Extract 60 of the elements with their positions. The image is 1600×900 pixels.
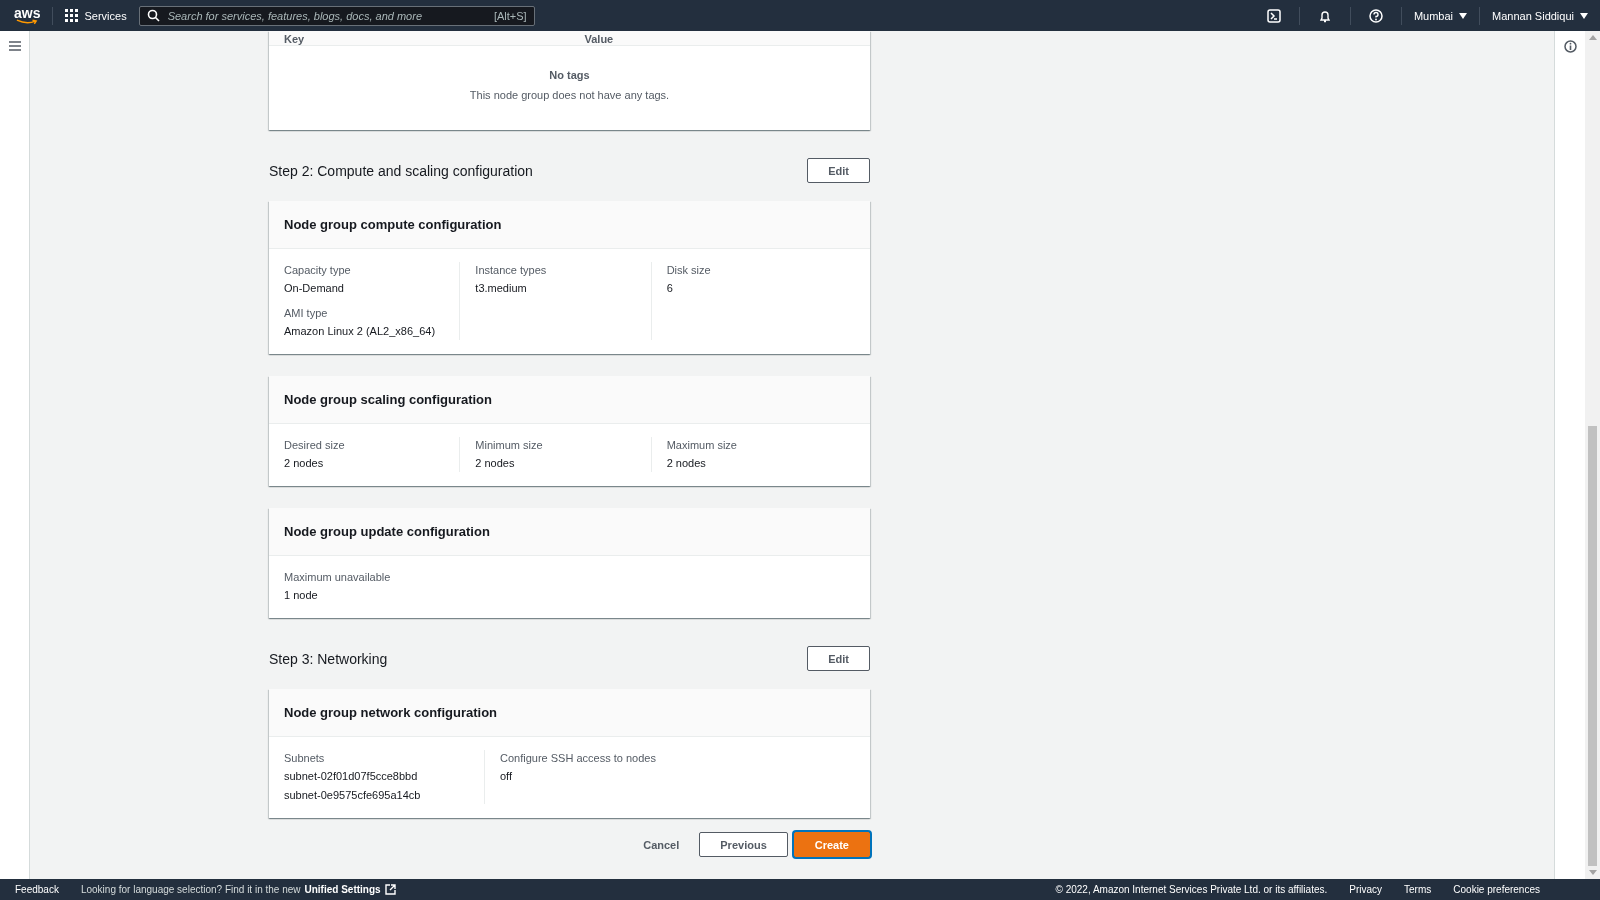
field-label: Instance types <box>475 263 548 278</box>
search-bar[interactable]: Search for services, features, blogs, docs, and more [Alt+S] <box>138 5 535 26</box>
field-value: off <box>500 769 514 784</box>
step-heading: Step 3: Networking <box>269 650 388 667</box>
services-menu-button[interactable]: Services <box>65 9 127 22</box>
field-value: 1 node <box>284 588 319 603</box>
empty-state-title: No tags <box>549 69 590 81</box>
card-title: Node group network configuration <box>284 705 499 720</box>
field-label: Minimum size <box>475 438 544 453</box>
feedback-link[interactable]: Feedback <box>15 884 59 895</box>
footer-link[interactable]: Privacy <box>1349 884 1383 895</box>
aws-logo[interactable]: aws <box>14 6 41 25</box>
field-label: Desired size <box>284 438 346 453</box>
field-value: t3.medium <box>475 281 528 296</box>
smile-arrow-icon <box>16 18 39 25</box>
card-title: Node group update configuration <box>284 524 491 539</box>
card-title: Node group scaling configuration <box>284 392 493 407</box>
field-value: 2 nodes <box>475 456 516 471</box>
edit-button[interactable]: Edit <box>807 646 870 671</box>
unified-settings-link[interactable]: Unified Settings <box>304 884 381 895</box>
menu-icon[interactable] <box>8 41 21 51</box>
search-field[interactable]: Search for services, features, blogs, docs, and more <box>165 8 488 23</box>
previous-button[interactable]: Previous <box>699 832 788 857</box>
edit-button[interactable]: Edit <box>807 158 870 183</box>
copyright-text: © 2022, Amazon Internet Services Private Ltd. or its affiliates. <box>1055 884 1328 895</box>
field-value: 2 nodes <box>284 456 325 471</box>
field-label: Maximum unavailable <box>284 570 392 585</box>
notifications-icon[interactable] <box>1317 8 1332 23</box>
field-value: subnet-0e9575cfe695a14cb <box>284 788 422 803</box>
grid-icon <box>65 9 79 22</box>
help-icon[interactable] <box>1368 8 1383 23</box>
cancel-button[interactable]: Cancel <box>629 838 694 851</box>
field-value: 6 <box>666 281 674 296</box>
field-value: subnet-02f01d07f5cce8bbd <box>284 769 419 784</box>
external-link-icon <box>384 884 396 895</box>
field-label: AMI type <box>284 306 329 321</box>
field-value: Amazon Linux 2 (AL2_x86_64) <box>284 324 437 339</box>
terminal-icon[interactable] <box>1266 8 1281 23</box>
field-value: On-Demand <box>284 281 345 296</box>
card-title: Node group compute configuration <box>284 217 503 232</box>
field-label: Subnets <box>284 751 326 766</box>
caret-icon <box>1580 12 1588 19</box>
empty-state-text: This node group does not have any tags. <box>469 89 670 101</box>
field-label: Configure SSH access to nodes <box>500 751 657 766</box>
step-heading: Step 2: Compute and scaling configuration <box>269 162 533 179</box>
field-label: Maximum size <box>666 438 738 453</box>
keyboard-shortcut: [Alt+S] <box>493 9 527 22</box>
caret-icon <box>1459 12 1468 19</box>
footer-link[interactable]: Terms <box>1404 884 1432 895</box>
field-value: 2 nodes <box>666 456 707 471</box>
column-header[interactable]: Key <box>284 33 305 45</box>
search-icon <box>146 9 160 22</box>
field-label: Capacity type <box>284 263 352 278</box>
language-note: Looking for language selection? Find it in the new <box>80 884 301 895</box>
column-header[interactable]: Value <box>584 33 614 45</box>
field-label: Disk size <box>666 263 712 278</box>
footer-link[interactable]: Cookie preferences <box>1453 884 1540 895</box>
info-icon[interactable] <box>1563 40 1577 53</box>
region-menu[interactable]: Mumbai <box>1413 9 1468 22</box>
account-menu[interactable]: Mannan Siddiqui <box>1492 9 1588 22</box>
